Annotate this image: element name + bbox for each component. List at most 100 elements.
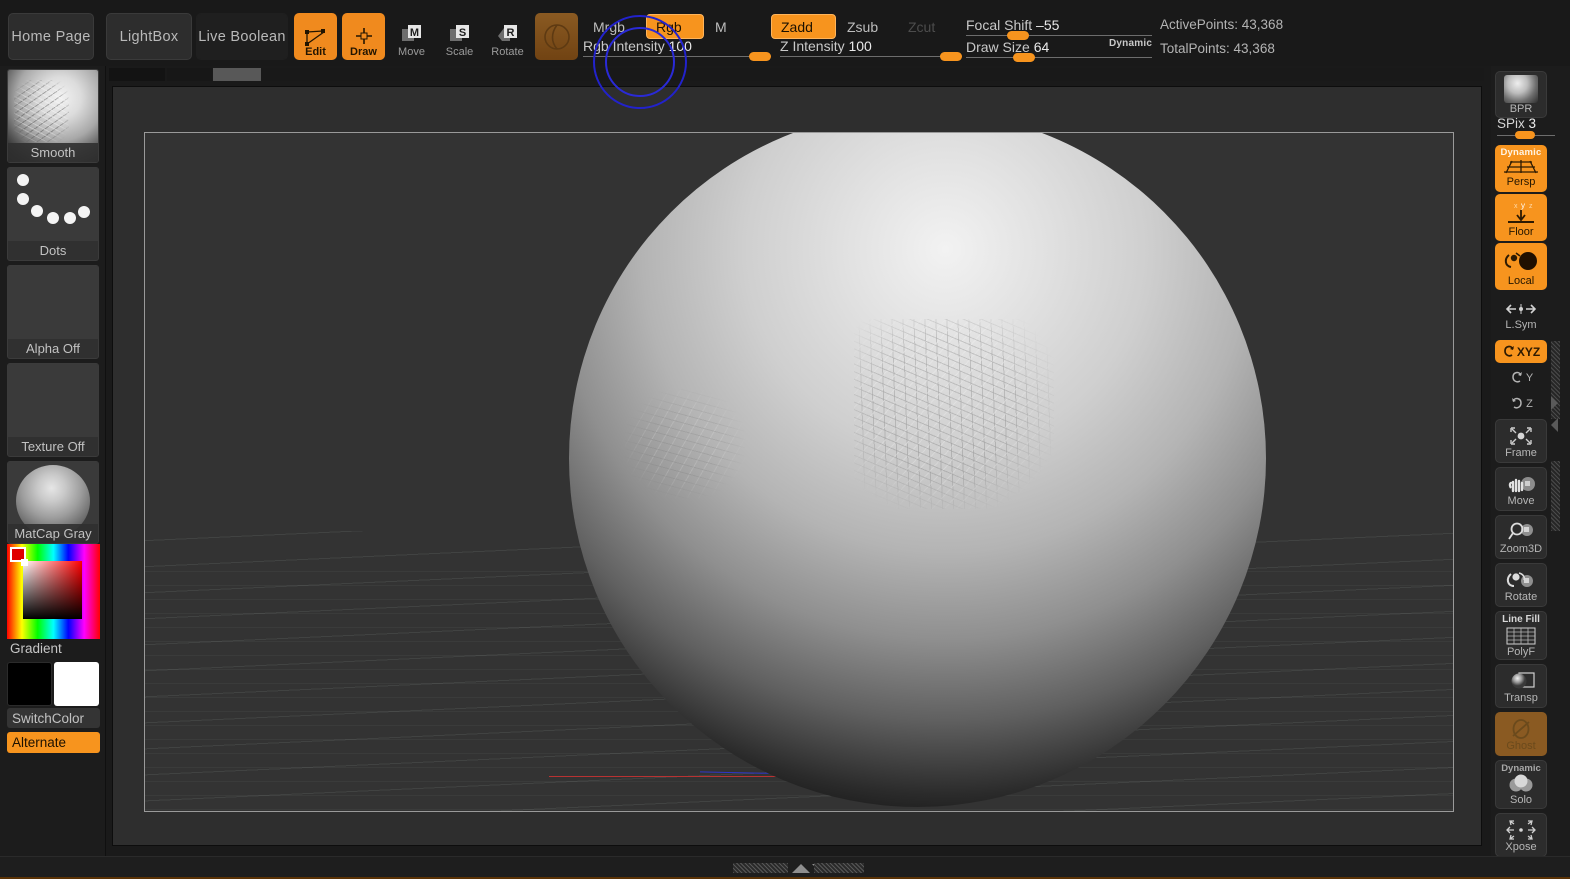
primary-color-swatch[interactable] (7, 662, 52, 706)
brush-selector[interactable]: Smooth (7, 69, 99, 163)
persp-dynamic-tag: Dynamic (1500, 147, 1542, 158)
color-picker[interactable] (7, 544, 100, 639)
move-view-button[interactable]: Move (1495, 467, 1547, 511)
draw-size-track (966, 57, 1152, 58)
right-shelf: BPR SPix 3 Dynamic Persp x y z Floor Loc… (1491, 66, 1570, 879)
svg-text:x: x (1514, 203, 1518, 210)
xpose-label: Xpose (1505, 841, 1537, 853)
right-panel-collapse-arrow[interactable] (1551, 418, 1558, 432)
rgb-intensity-knob[interactable] (749, 52, 771, 61)
transp-button[interactable]: Transp (1495, 664, 1547, 708)
right-panel-expand-arrow[interactable] (1551, 396, 1558, 410)
hscroll-seg-1[interactable] (109, 68, 165, 81)
draw-size-value: 64 (1033, 39, 1050, 55)
focal-shift-slider[interactable]: Focal Shift –55 (966, 12, 1152, 40)
material-label: MatCap Gray (8, 524, 98, 543)
rgb-intensity-value: 100 (668, 38, 692, 54)
z-rotate-button[interactable]: Z (1495, 392, 1547, 416)
z-intensity-slider[interactable]: Z Intensity 100 (780, 33, 962, 61)
sculpt-detail-secondary (624, 388, 745, 499)
spix-slider[interactable]: SPix 3 (1497, 116, 1555, 142)
solo-button[interactable]: Dynamic Solo (1495, 760, 1547, 809)
sphere-3d-mesh[interactable] (569, 133, 1266, 807)
move-view-label: Move (1507, 495, 1535, 507)
bottom-drag-texture-left[interactable] (733, 863, 788, 873)
home-page-label: Home Page (11, 28, 91, 45)
zoom3d-button[interactable]: Zoom3D (1495, 515, 1547, 559)
draw-size-knob[interactable] (1013, 53, 1035, 62)
top-toolbar: Home Page LightBox Live Boolean Edit Dra… (0, 0, 1570, 66)
home-page-button[interactable]: Home Page (8, 13, 94, 60)
local-icon (1504, 252, 1537, 270)
local-symmetry-icon (1505, 304, 1537, 314)
y-rotate-button[interactable]: Y (1495, 366, 1547, 390)
edit-button[interactable]: Edit (294, 13, 337, 60)
color-picker-field[interactable] (23, 561, 82, 619)
polyframe-linefill-tag: Line Fill (1502, 614, 1540, 625)
move-label: Move (398, 46, 425, 58)
z-intensity-value: 100 (848, 38, 872, 54)
rotate-button[interactable]: R Rotate (486, 13, 529, 60)
hscroll-seg-2[interactable] (167, 68, 212, 81)
y-rotate-label: Y (1525, 372, 1534, 384)
z-intensity-knob[interactable] (940, 52, 962, 61)
scale-button[interactable]: S Scale (438, 13, 481, 60)
floor-button[interactable]: x y z Floor (1495, 194, 1547, 241)
spix-knob[interactable] (1515, 131, 1535, 139)
document-frame[interactable] (144, 132, 1454, 812)
move-button[interactable]: M Move (390, 13, 433, 60)
rgb-intensity-label: Rgb Intensity 100 (583, 38, 692, 54)
switch-color-label: SwitchColor (12, 710, 85, 726)
polyframe-label: PolyF (1506, 646, 1536, 658)
switch-color-button[interactable]: SwitchColor (7, 708, 100, 728)
local-label: Local (1507, 275, 1535, 287)
right-panel-scrollbar-lower[interactable] (1551, 461, 1560, 531)
draw-button[interactable]: Draw (342, 13, 385, 60)
ghost-button[interactable]: Ghost (1495, 712, 1547, 756)
hscroll-thumb[interactable] (213, 68, 261, 81)
stroke-label: Dots (8, 241, 98, 260)
frame-button[interactable]: Frame (1495, 419, 1547, 463)
current-brush-thumbnail[interactable] (535, 13, 578, 60)
canvas-horizontal-scroll[interactable] (109, 68, 1484, 81)
lsym-button[interactable]: L.Sym (1495, 296, 1547, 336)
bpr-icon (1504, 74, 1538, 103)
draw-label: Draw (350, 46, 377, 58)
canvas-region (106, 15, 1491, 856)
live-boolean-button[interactable]: Live Boolean (196, 13, 288, 60)
rotate-view-label: Rotate (1504, 591, 1538, 603)
texture-selector[interactable]: Texture Off (7, 363, 99, 457)
ghost-label: Ghost (1506, 740, 1536, 752)
frame-label: Frame (1505, 447, 1537, 459)
secondary-color-swatch[interactable] (54, 662, 99, 706)
rotate-view-icon (1506, 572, 1533, 587)
perspective-grid-icon (1504, 160, 1538, 174)
rgb-intensity-track (583, 56, 771, 57)
rotate-view-button[interactable]: Rotate (1495, 563, 1547, 607)
brush-thumb-texture (14, 80, 69, 142)
polyframe-grid-icon (1506, 627, 1536, 645)
document-canvas[interactable] (112, 15, 1482, 846)
persp-button[interactable]: Dynamic Persp (1495, 145, 1547, 192)
alternate-button[interactable]: Alternate (7, 732, 100, 753)
stroke-selector[interactable]: Dots (7, 167, 99, 261)
bottom-expand-up-arrow[interactable] (792, 864, 810, 873)
spix-label-text: SPix (1497, 116, 1525, 131)
bottom-drag-texture-right[interactable] (814, 863, 864, 873)
hand-move-icon (1508, 477, 1535, 493)
local-button[interactable]: Local (1495, 243, 1547, 290)
draw-size-label: Draw Size 64 (966, 39, 1049, 55)
alpha-selector[interactable]: Alpha Off (7, 265, 99, 359)
rgb-intensity-slider[interactable]: Rgb Intensity 100 (583, 33, 771, 61)
polyframe-button[interactable]: Line Fill PolyF (1495, 611, 1547, 660)
xpose-button[interactable]: Xpose (1495, 813, 1547, 857)
bpr-button[interactable]: BPR (1495, 71, 1547, 118)
left-shelf: Smooth Dots Alpha Off Texture Off MatCap… (0, 66, 106, 879)
material-selector[interactable]: MatCap Gray (7, 461, 99, 544)
ghost-icon (1512, 719, 1530, 739)
solo-icon (1509, 774, 1533, 792)
xyz-button[interactable]: XYZ (1495, 340, 1547, 363)
gradient-label: Gradient (10, 641, 62, 656)
lightbox-button[interactable]: LightBox (106, 13, 192, 60)
brush-thumb-icon (543, 23, 570, 50)
